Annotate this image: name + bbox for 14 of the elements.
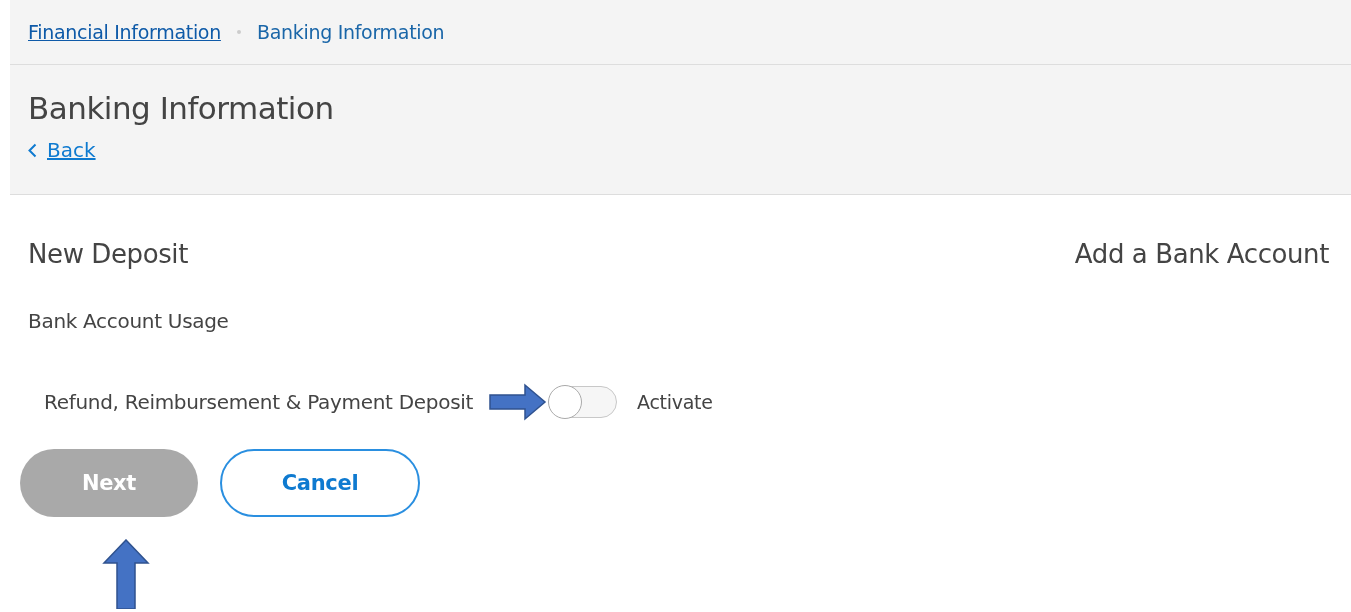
section-title: New Deposit — [28, 239, 188, 269]
toggle-label: Activate — [637, 391, 713, 413]
up-arrow-icon — [102, 539, 150, 609]
breadcrumb-current: Banking Information — [256, 21, 445, 43]
back-link[interactable]: Back — [47, 138, 96, 162]
breadcrumb-link[interactable]: Financial Information — [28, 21, 221, 43]
page-title: Banking Information — [28, 90, 335, 126]
toggle-switch[interactable] — [549, 386, 618, 418]
right-arrow-icon — [489, 383, 548, 421]
option-label: Refund, Reimbursement & Payment Deposit — [44, 390, 474, 414]
add-bank-account-link[interactable]: Add a Bank Account — [1074, 239, 1329, 269]
usage-heading: Bank Account Usage — [28, 309, 230, 333]
chevron-left-icon — [28, 142, 37, 158]
cancel-button[interactable]: Cancel — [220, 449, 420, 517]
